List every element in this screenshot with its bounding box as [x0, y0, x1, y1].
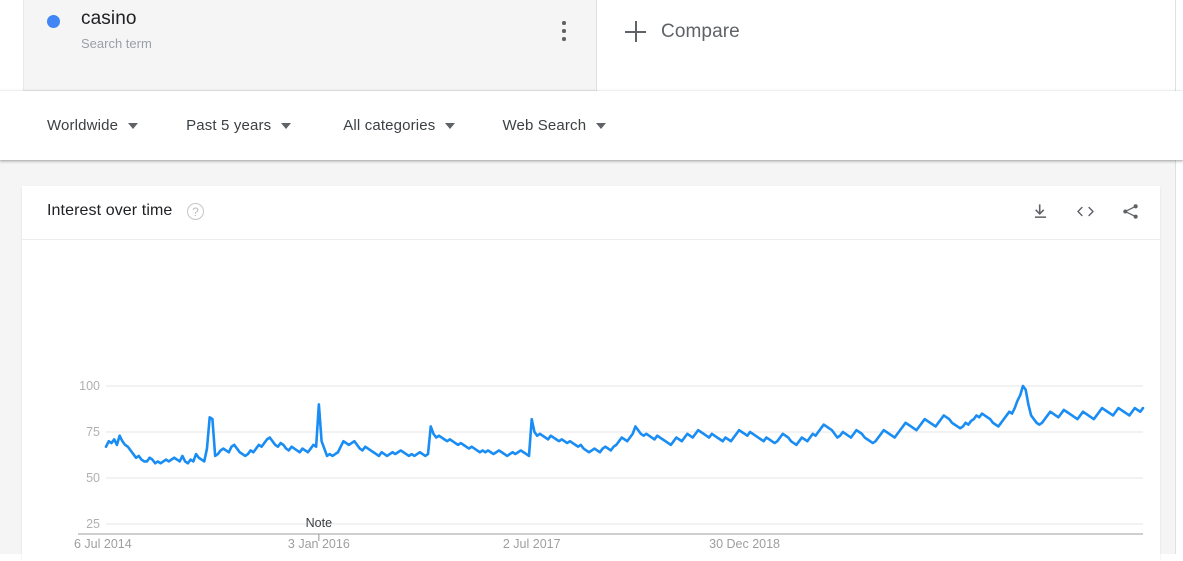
series-color-dot	[47, 15, 60, 28]
more-vert-icon[interactable]	[552, 18, 576, 44]
filter-search-type[interactable]: Web Search	[502, 117, 607, 134]
chevron-down-icon	[596, 122, 607, 129]
chart-x-axis-labels: 6 Jul 2014 3 Jan 2016 2 Jul 2017 30 Dec 201…	[74, 537, 780, 551]
filter-time-range[interactable]: Past 5 years	[186, 117, 292, 134]
compare-panel: Compare	[598, 0, 1168, 91]
x-tick-label: 30 Dec 2018	[709, 537, 780, 551]
question-mark-icon[interactable]: ?	[187, 203, 204, 220]
chevron-down-icon	[281, 122, 292, 129]
page-title: Interest over time	[47, 202, 173, 219]
add-compare-button[interactable]: Compare	[625, 21, 740, 43]
filter-time-range-label: Past 5 years	[186, 117, 272, 134]
chart-y-axis-labels: 25 50 75 100	[79, 379, 100, 531]
y-tick-label: 75	[86, 425, 100, 439]
chevron-down-icon	[128, 122, 139, 129]
card-actions	[1028, 197, 1142, 225]
interest-over-time-card: Interest over time ? 25 50 75 100 6 Jul …	[22, 186, 1160, 561]
code-brackets-icon[interactable]	[1073, 197, 1097, 225]
note-label[interactable]: Note	[306, 516, 332, 530]
series-line-casino	[104, 384, 1145, 465]
x-tick-label: 2 Jul 2017	[503, 537, 561, 551]
download-icon[interactable]	[1028, 197, 1052, 225]
y-tick-label: 50	[86, 471, 100, 485]
chevron-down-icon	[445, 122, 456, 129]
y-tick-label: 25	[86, 517, 100, 531]
search-term-title: casino	[81, 8, 137, 29]
filter-category-label: All categories	[343, 117, 436, 134]
search-term-subtitle: Search term	[81, 36, 152, 51]
x-tick-label: 6 Jul 2014	[74, 537, 132, 551]
filter-category[interactable]: All categories	[343, 117, 456, 134]
right-gutter	[1176, 160, 1183, 554]
compare-label: Compare	[661, 21, 740, 42]
filter-location[interactable]: Worldwide	[47, 117, 139, 134]
page-body: Interest over time ? 25 50 75 100 6 Jul …	[0, 160, 1176, 561]
search-term-card[interactable]: casino Search term	[23, 0, 597, 91]
share-icon[interactable]	[1118, 197, 1142, 225]
filter-location-label: Worldwide	[47, 117, 119, 134]
chart-gridlines	[106, 385, 1143, 525]
interest-over-time-header: Interest over time ?	[22, 186, 1160, 240]
interest-over-time-chart[interactable]: 25 50 75 100 6 Jul 2014 3 Jan 2016 2 Jul 2017…	[22, 240, 1160, 561]
plus-icon	[625, 21, 647, 43]
filter-search-type-label: Web Search	[502, 117, 587, 134]
filters-bar: Worldwide Past 5 years All categories We…	[0, 91, 1183, 160]
trends-line-chart[interactable]: 25 50 75 100 6 Jul 2014 3 Jan 2016 2 Jul 2017…	[22, 240, 1160, 561]
search-terms-bar: casino Search term Compare	[0, 0, 1176, 91]
y-tick-label: 100	[79, 379, 100, 393]
